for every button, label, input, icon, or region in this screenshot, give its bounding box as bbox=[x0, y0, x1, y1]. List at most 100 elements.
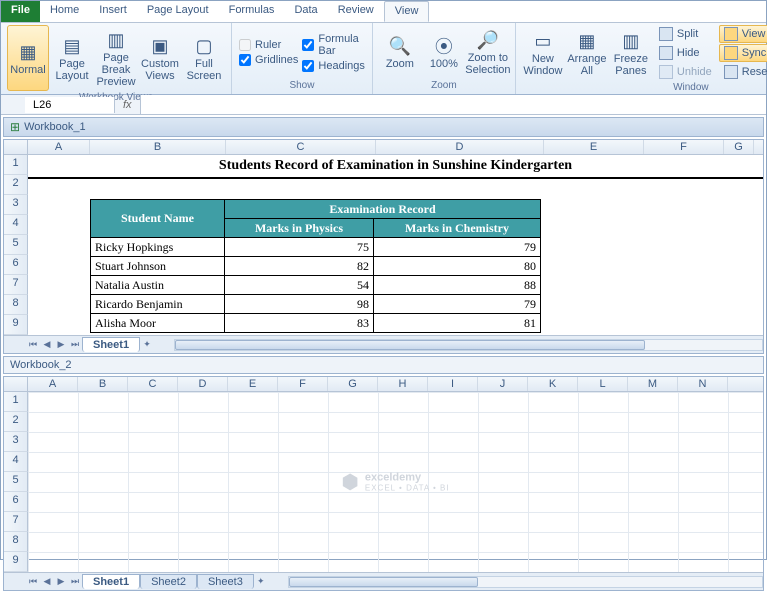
headings-checkbox[interactable]: Headings bbox=[301, 59, 365, 73]
row-header[interactable]: 9 bbox=[4, 315, 28, 335]
new-sheet-button[interactable]: ✦ bbox=[254, 576, 268, 587]
row-header[interactable]: 5 bbox=[4, 472, 28, 492]
sheet-tab-sheet1[interactable]: Sheet1 bbox=[82, 337, 140, 352]
row-header[interactable]: 8 bbox=[4, 532, 28, 552]
cell-name[interactable]: Ricky Hopkings bbox=[91, 238, 225, 257]
row-header[interactable]: 3 bbox=[4, 195, 28, 215]
select-all-corner[interactable] bbox=[4, 140, 28, 154]
nav-first[interactable]: ⏮ bbox=[26, 576, 40, 587]
col-header[interactable]: G bbox=[328, 377, 378, 391]
tab-page-layout[interactable]: Page Layout bbox=[137, 1, 219, 22]
formula-input[interactable] bbox=[140, 95, 766, 114]
view-side-by-side-button[interactable]: View Side by Side bbox=[719, 25, 767, 43]
col-header[interactable]: F bbox=[644, 140, 724, 154]
row-header[interactable]: 4 bbox=[4, 452, 28, 472]
nav-last[interactable]: ⏭ bbox=[68, 339, 82, 350]
cell-chemistry[interactable]: 79 bbox=[374, 238, 541, 257]
wb2-cells[interactable]: ⬢exceldemyEXCEL • DATA • BI bbox=[28, 392, 763, 572]
cell-physics[interactable]: 82 bbox=[225, 257, 374, 276]
col-header[interactable]: C bbox=[226, 140, 376, 154]
sheet-tab-sheet3[interactable]: Sheet3 bbox=[197, 574, 254, 589]
unhide-button[interactable]: Unhide bbox=[654, 63, 717, 81]
tab-insert[interactable]: Insert bbox=[89, 1, 137, 22]
sheet-tab-sheet2[interactable]: Sheet2 bbox=[140, 574, 197, 589]
col-header[interactable]: C bbox=[128, 377, 178, 391]
row-header[interactable]: 6 bbox=[4, 492, 28, 512]
sheet-tab-sheet1[interactable]: Sheet1 bbox=[82, 574, 140, 589]
col-header[interactable]: I bbox=[428, 377, 478, 391]
cell-chemistry[interactable]: 88 bbox=[374, 276, 541, 295]
hide-button[interactable]: Hide bbox=[654, 44, 717, 62]
row-header[interactable]: 3 bbox=[4, 432, 28, 452]
full-screen-button[interactable]: ▢Full Screen bbox=[183, 25, 225, 91]
wb1-cells[interactable]: Students Record of Examination in Sunshi… bbox=[28, 155, 763, 335]
col-header[interactable]: D bbox=[178, 377, 228, 391]
row-header[interactable]: 2 bbox=[4, 412, 28, 432]
col-header[interactable]: G bbox=[724, 140, 754, 154]
zoom-selection-button[interactable]: 🔎Zoom to Selection bbox=[467, 25, 509, 79]
row-header[interactable]: 2 bbox=[4, 175, 28, 195]
cell-chemistry[interactable]: 81 bbox=[374, 314, 541, 333]
row-header[interactable]: 4 bbox=[4, 215, 28, 235]
col-header[interactable]: B bbox=[78, 377, 128, 391]
cell-name[interactable]: Stuart Johnson bbox=[91, 257, 225, 276]
cell-name[interactable]: Natalia Austin bbox=[91, 276, 225, 295]
tab-view[interactable]: View bbox=[384, 1, 430, 22]
select-all-corner[interactable] bbox=[4, 377, 28, 391]
page-break-button[interactable]: ▥Page Break Preview bbox=[95, 25, 137, 91]
reset-position-button[interactable]: Reset Window Position bbox=[719, 63, 767, 81]
custom-views-button[interactable]: ▣Custom Views bbox=[139, 25, 181, 91]
col-header[interactable]: B bbox=[90, 140, 226, 154]
cell-name[interactable]: Alisha Moor bbox=[91, 314, 225, 333]
col-header[interactable]: A bbox=[28, 377, 78, 391]
col-header[interactable]: L bbox=[578, 377, 628, 391]
row-header[interactable]: 8 bbox=[4, 295, 28, 315]
freeze-panes-button[interactable]: ▥Freeze Panes bbox=[610, 25, 652, 81]
row-header[interactable]: 9 bbox=[4, 552, 28, 572]
row-header[interactable]: 7 bbox=[4, 512, 28, 532]
tab-review[interactable]: Review bbox=[328, 1, 384, 22]
tab-data[interactable]: Data bbox=[284, 1, 327, 22]
gridlines-checkbox[interactable]: Gridlines bbox=[238, 53, 299, 67]
page-layout-button[interactable]: ▤Page Layout bbox=[51, 25, 93, 91]
name-box[interactable]: L26 bbox=[25, 97, 115, 113]
tab-formulas[interactable]: Formulas bbox=[219, 1, 285, 22]
nav-prev[interactable]: ◀ bbox=[40, 339, 54, 350]
col-header[interactable]: K bbox=[528, 377, 578, 391]
nav-last[interactable]: ⏭ bbox=[68, 576, 82, 587]
sync-scrolling-button[interactable]: Synchronous Scrolling bbox=[719, 44, 767, 62]
col-header[interactable]: M bbox=[628, 377, 678, 391]
row-header[interactable]: 1 bbox=[4, 155, 28, 175]
tab-home[interactable]: Home bbox=[40, 1, 89, 22]
col-header[interactable]: D bbox=[376, 140, 544, 154]
split-button[interactable]: Split bbox=[654, 25, 717, 43]
row-header[interactable]: 6 bbox=[4, 255, 28, 275]
scrollbar-h[interactable] bbox=[288, 575, 763, 589]
nav-prev[interactable]: ◀ bbox=[40, 576, 54, 587]
normal-button[interactable]: ▦Normal bbox=[7, 25, 49, 91]
row-header[interactable]: 1 bbox=[4, 392, 28, 412]
row-header[interactable]: 7 bbox=[4, 275, 28, 295]
cell-physics[interactable]: 83 bbox=[225, 314, 374, 333]
col-header[interactable]: E bbox=[544, 140, 644, 154]
arrange-all-button[interactable]: ▦Arrange All bbox=[566, 25, 608, 81]
col-header[interactable]: N bbox=[678, 377, 728, 391]
col-header[interactable]: E bbox=[228, 377, 278, 391]
new-window-button[interactable]: ▭New Window bbox=[522, 25, 564, 81]
cell-chemistry[interactable]: 79 bbox=[374, 295, 541, 314]
cell-physics[interactable]: 54 bbox=[225, 276, 374, 295]
row-header[interactable]: 5 bbox=[4, 235, 28, 255]
tab-file[interactable]: File bbox=[1, 1, 40, 22]
ruler-checkbox[interactable]: Ruler bbox=[238, 38, 299, 52]
workbook2-title-bar[interactable]: Workbook_2 bbox=[3, 356, 764, 374]
cell-chemistry[interactable]: 80 bbox=[374, 257, 541, 276]
hundred-button[interactable]: ⦿100% bbox=[423, 25, 465, 79]
col-header[interactable]: J bbox=[478, 377, 528, 391]
formula-bar-checkbox[interactable]: Formula Bar bbox=[301, 32, 365, 58]
scrollbar-h[interactable] bbox=[174, 338, 763, 352]
cell-physics[interactable]: 98 bbox=[225, 295, 374, 314]
col-header[interactable]: H bbox=[378, 377, 428, 391]
zoom-button[interactable]: 🔍Zoom bbox=[379, 25, 421, 79]
nav-first[interactable]: ⏮ bbox=[26, 339, 40, 350]
workbook1-title-bar[interactable]: ⊞Workbook_1 bbox=[3, 117, 764, 137]
